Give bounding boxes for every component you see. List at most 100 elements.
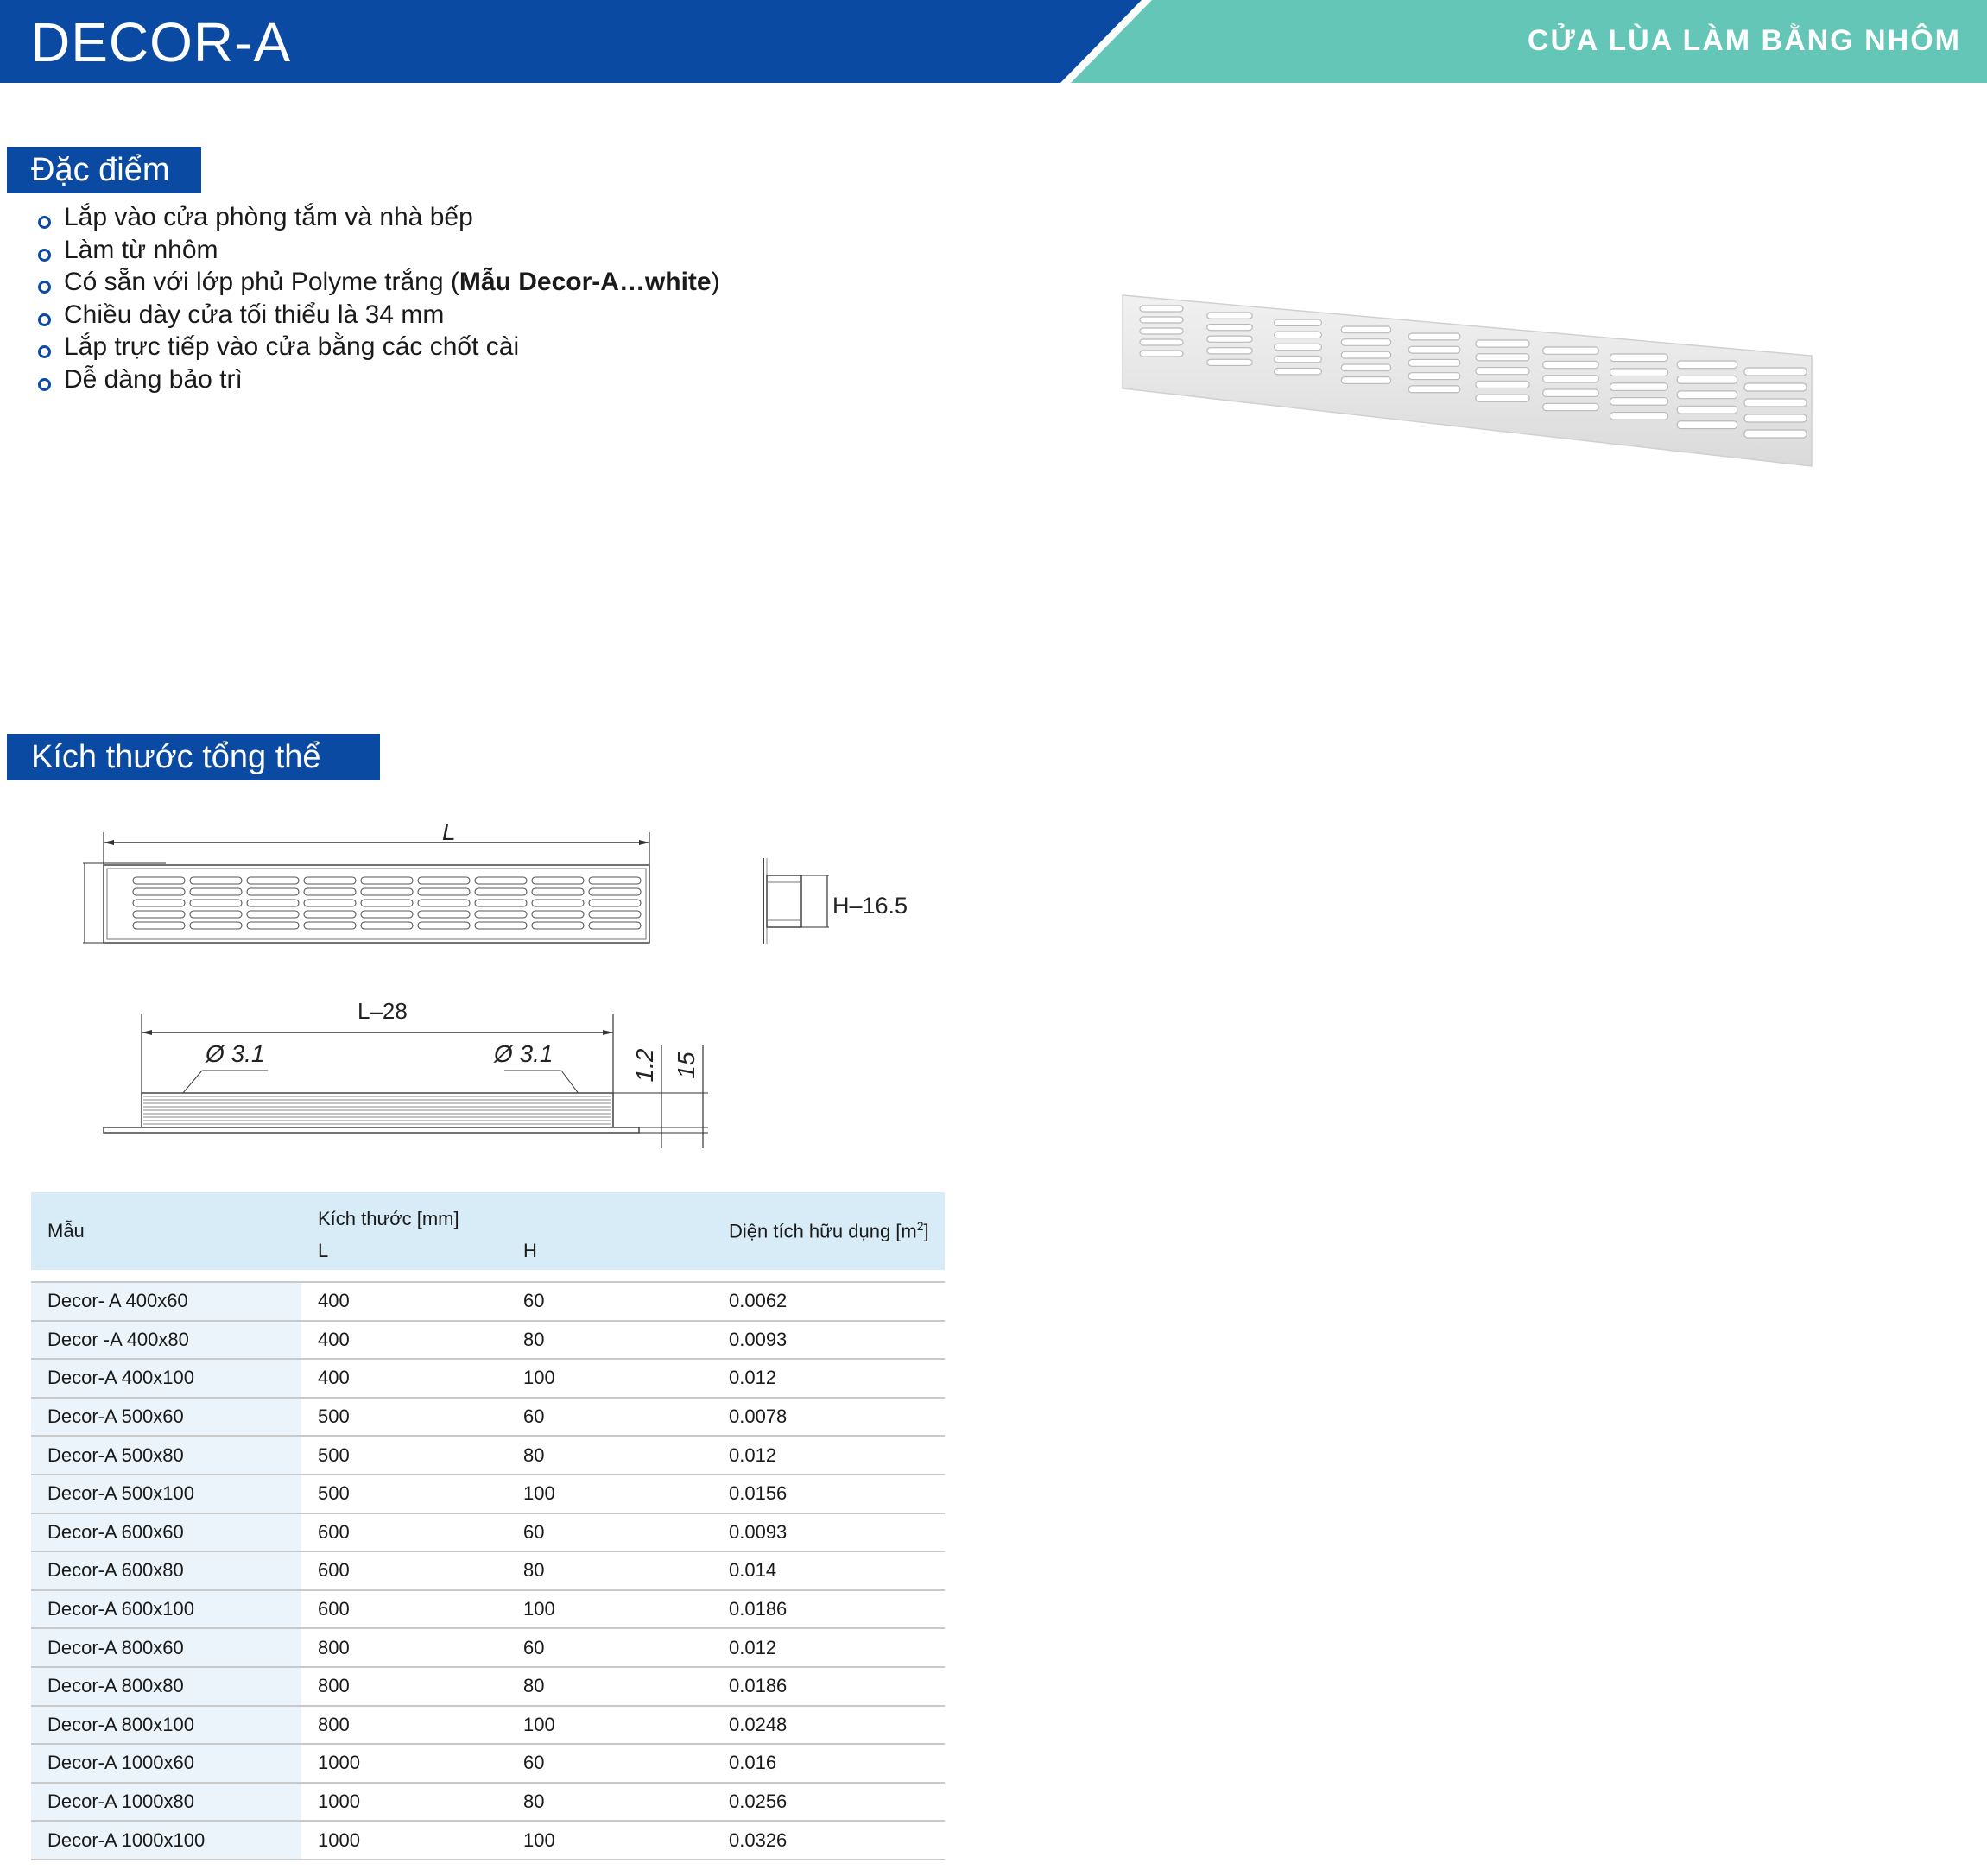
table-row: Decor-A 500x100 500 100 0.0156 [31,1474,945,1514]
cell-area: 0.0186 [712,1666,945,1707]
table-row: Decor-A 400x100 400 100 0.012 [31,1359,945,1399]
table-row: Decor-A 500x80 500 80 0.012 [31,1436,945,1475]
dim-label-side-height: H–16.5 [832,893,908,919]
table-row: Decor-A 800x100 800 100 0.0248 [31,1705,945,1746]
cell-height: 60 [507,1744,712,1784]
cell-model: Decor-A 600x60 [31,1513,301,1553]
dimensions-section-label: Kích thước tổng thể [7,734,380,780]
dim-label-depth: 15 [673,1052,699,1079]
cell-model: Decor-A 1000x100 [31,1821,301,1860]
cell-height: 60 [507,1397,712,1437]
cell-length: 500 [301,1436,507,1475]
table-row: Decor-A 500x60 500 60 0.0078 [31,1397,945,1437]
cell-area: 0.012 [712,1628,945,1668]
cell-length: 1000 [301,1821,507,1860]
cell-length: 500 [301,1397,507,1437]
cell-area: 0.0093 [712,1513,945,1553]
dim-label-length: L [442,818,456,845]
dim-label-hole-left: Ø 3.1 [205,1040,264,1067]
bullet-icon [38,216,51,229]
cell-length: 600 [301,1551,507,1591]
bullet-icon [38,345,51,358]
cell-length: 500 [301,1474,507,1514]
cell-area: 0.014 [712,1551,945,1591]
table-row: Decor-A 1000x60 1000 60 0.016 [31,1744,945,1784]
cell-model: Decor-A 1000x80 [31,1782,301,1822]
features-list: Lắp vào cửa phòng tắm và nhà bếp Làm từ … [35,201,720,395]
cell-model: Decor-A 400x100 [31,1359,301,1399]
feature-item: Dễ dàng bảo trì [35,363,720,396]
table-row: Decor-A 600x80 600 80 0.014 [31,1551,945,1591]
cell-height: 80 [507,1551,712,1591]
cell-height: 60 [507,1628,712,1668]
features-section-label: Đặc điểm [7,147,201,193]
category-title: CỬA LÙA LÀM BẰNG NHÔM [1527,24,1961,57]
table-row: Decor-A 600x60 600 60 0.0093 [31,1513,945,1553]
table-row: Decor- A 400x60 400 60 0.0062 [31,1282,945,1322]
cell-height: 100 [507,1705,712,1746]
header-area: Diện tích hữu dụng [m2] [712,1192,945,1270]
cell-height: 60 [507,1513,712,1553]
cell-model: Decor-A 800x60 [31,1628,301,1668]
header-model: Mẫu [31,1192,301,1270]
bullet-icon [38,281,51,294]
cell-area: 0.0186 [712,1589,945,1630]
cell-height: 80 [507,1320,712,1361]
dim-label-thickness: 1.2 [631,1048,658,1082]
table-row: Decor-A 800x80 800 80 0.0186 [31,1666,945,1707]
cell-length: 1000 [301,1782,507,1822]
dim-label-mount-length: L–28 [358,998,408,1024]
cell-length: 800 [301,1666,507,1707]
cell-length: 400 [301,1282,507,1322]
cell-length: 600 [301,1513,507,1553]
cell-area: 0.012 [712,1436,945,1475]
feature-item: Làm từ nhôm [35,234,720,267]
cell-model: Decor-A 500x60 [31,1397,301,1437]
cell-area: 0.0326 [712,1821,945,1860]
cell-height: 80 [507,1666,712,1707]
header-length: L [301,1231,507,1270]
table-row: Decor-A 1000x100 1000 100 0.0326 [31,1821,945,1860]
feature-item: Lắp vào cửa phòng tắm và nhà bếp [35,201,720,234]
table-row: Decor-A 800x60 800 60 0.012 [31,1628,945,1668]
cell-height: 100 [507,1821,712,1860]
header-height: H [507,1231,712,1270]
table-row: Decor-A 600x100 600 100 0.0186 [31,1589,945,1630]
cell-model: Decor-A 500x80 [31,1436,301,1475]
header-size-group: Kích thước [mm] [301,1192,712,1231]
cell-area: 0.0248 [712,1705,945,1746]
table-row: Decor -A 400x80 400 80 0.0093 [31,1320,945,1361]
sizes-table: Mẫu Kích thước [mm] Diện tích hữu dụng [… [31,1192,945,1860]
cell-length: 400 [301,1320,507,1361]
cell-height: 100 [507,1474,712,1514]
feature-item: Lắp trực tiếp vào cửa bằng các chốt cài [35,331,720,363]
mounting-view-drawing: L–28 Ø 3.1 Ø 3.1 1.2 15 [103,998,708,1148]
cell-length: 600 [301,1589,507,1630]
dim-label-hole-right: Ø 3.1 [493,1040,553,1067]
cell-area: 0.0062 [712,1282,945,1322]
table-row: Decor-A 1000x80 1000 80 0.0256 [31,1782,945,1822]
cell-model: Decor-A 1000x60 [31,1744,301,1784]
cell-model: Decor-A 800x100 [31,1705,301,1746]
cell-area: 0.012 [712,1359,945,1399]
cell-length: 1000 [301,1744,507,1784]
cell-length: 800 [301,1705,507,1746]
table-header-row: Mẫu Kích thước [mm] Diện tích hữu dụng [… [31,1192,945,1270]
cell-area: 0.0078 [712,1397,945,1437]
cell-model: Decor-A 600x80 [31,1551,301,1591]
cell-height: 80 [507,1436,712,1475]
cell-area: 0.0156 [712,1474,945,1514]
cell-area: 0.016 [712,1744,945,1784]
table-body: Decor- A 400x60 400 60 0.0062 Decor -A 400x8… [31,1282,945,1860]
product-photo [1122,294,1813,467]
cell-height: 100 [507,1589,712,1630]
cell-length: 800 [301,1628,507,1668]
bullet-icon [38,248,51,262]
cell-height: 60 [507,1282,712,1322]
cell-model: Decor-A 800x80 [31,1666,301,1707]
cell-model: Decor- A 400x60 [31,1282,301,1322]
cell-model: Decor-A 600x100 [31,1589,301,1630]
header-banner: DECOR-A CỬA LÙA LÀM BẰNG NHÔM [0,0,1987,83]
feature-item: Có sẵn với lớp phủ Polyme trắng (Mẫu Dec… [35,266,720,299]
cell-model: Decor-A 500x100 [31,1474,301,1514]
